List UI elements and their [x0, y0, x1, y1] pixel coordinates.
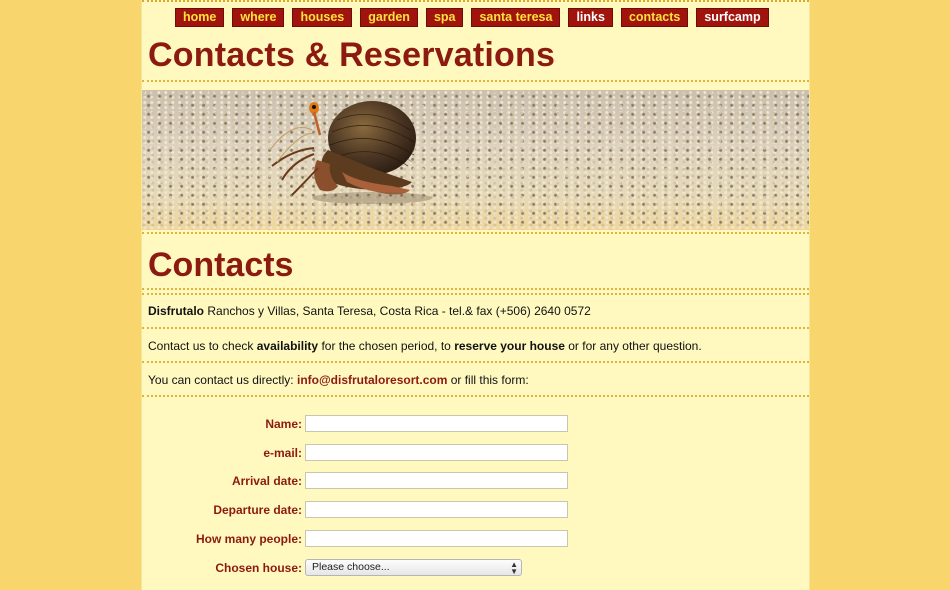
divider: [142, 80, 809, 82]
nav-links[interactable]: links: [568, 8, 613, 27]
availability-prefix: Contact us to check: [148, 339, 257, 353]
divider: [142, 327, 809, 329]
email-link[interactable]: info@disfrutaloresort.com: [297, 373, 447, 387]
section-title: Contacts: [148, 246, 294, 284]
main-nav: home where houses garden spa santa teres…: [175, 8, 777, 27]
contact-line: You can contact us directly: info@disfru…: [148, 373, 529, 387]
departure-date-input[interactable]: [305, 501, 568, 518]
nav-houses[interactable]: houses: [292, 8, 353, 27]
chosen-house-select[interactable]: Please choose... ▲ ▼: [305, 559, 522, 576]
availability-middle: for the chosen period, to: [318, 339, 455, 353]
divider: [142, 361, 809, 363]
nav-spa[interactable]: spa: [425, 8, 464, 27]
select-arrows-icon: ▲ ▼: [510, 560, 518, 576]
top-divider: [142, 0, 809, 4]
nav-where[interactable]: where: [232, 8, 285, 27]
nav-santa-teresa[interactable]: santa teresa: [471, 8, 561, 27]
people-label: How many people:: [195, 532, 302, 546]
people-input[interactable]: [305, 530, 568, 547]
people-row: How many people:: [142, 530, 809, 550]
chosen-house-label: Chosen house:: [215, 561, 302, 575]
arrival-row: Arrival date:: [142, 472, 809, 492]
arrival-date-label: Arrival date:: [231, 474, 302, 488]
availability-bold: availability: [256, 339, 319, 353]
divider: [142, 395, 809, 397]
banner-image: [142, 90, 809, 230]
contact-suffix: or fill this form:: [447, 373, 529, 387]
divider: [142, 288, 809, 290]
contact-prefix: You can contact us directly:: [148, 373, 297, 387]
nav-home[interactable]: home: [175, 8, 225, 27]
nav-surfcamp[interactable]: surfcamp: [696, 8, 769, 27]
email-input[interactable]: [305, 444, 568, 461]
availability-suffix: or for any other question.: [564, 339, 702, 353]
nav-contacts[interactable]: contacts: [620, 8, 689, 27]
company-info: Disfrutalo Ranchos y Villas, Santa Teres…: [148, 304, 591, 318]
arrival-date-input[interactable]: [305, 472, 568, 489]
company-address: Ranchos y Villas, Santa Teresa, Costa Ri…: [207, 304, 591, 318]
departure-row: Departure date:: [142, 501, 809, 521]
chosen-house-value: Please choose...: [312, 561, 390, 573]
reserve-bold: reserve your house: [454, 339, 565, 353]
name-row: Name:: [142, 415, 809, 435]
hermit-crab-illustration: [269, 101, 432, 204]
page-container: home where houses garden spa santa teres…: [141, 0, 810, 590]
email-row: e-mail:: [142, 444, 809, 464]
nav-garden[interactable]: garden: [360, 8, 418, 27]
company-name: Disfrutalo: [148, 304, 205, 318]
page-title: Contacts & Reservations: [148, 36, 556, 74]
name-label: Name:: [265, 417, 302, 431]
divider: [142, 232, 809, 234]
email-label: e-mail:: [263, 446, 302, 460]
departure-date-label: Departure date:: [213, 503, 302, 517]
name-input[interactable]: [305, 415, 568, 432]
divider: [142, 293, 809, 295]
house-row: Chosen house: Please choose... ▲ ▼: [142, 559, 809, 579]
availability-text: Contact us to check availability for the…: [148, 339, 702, 353]
